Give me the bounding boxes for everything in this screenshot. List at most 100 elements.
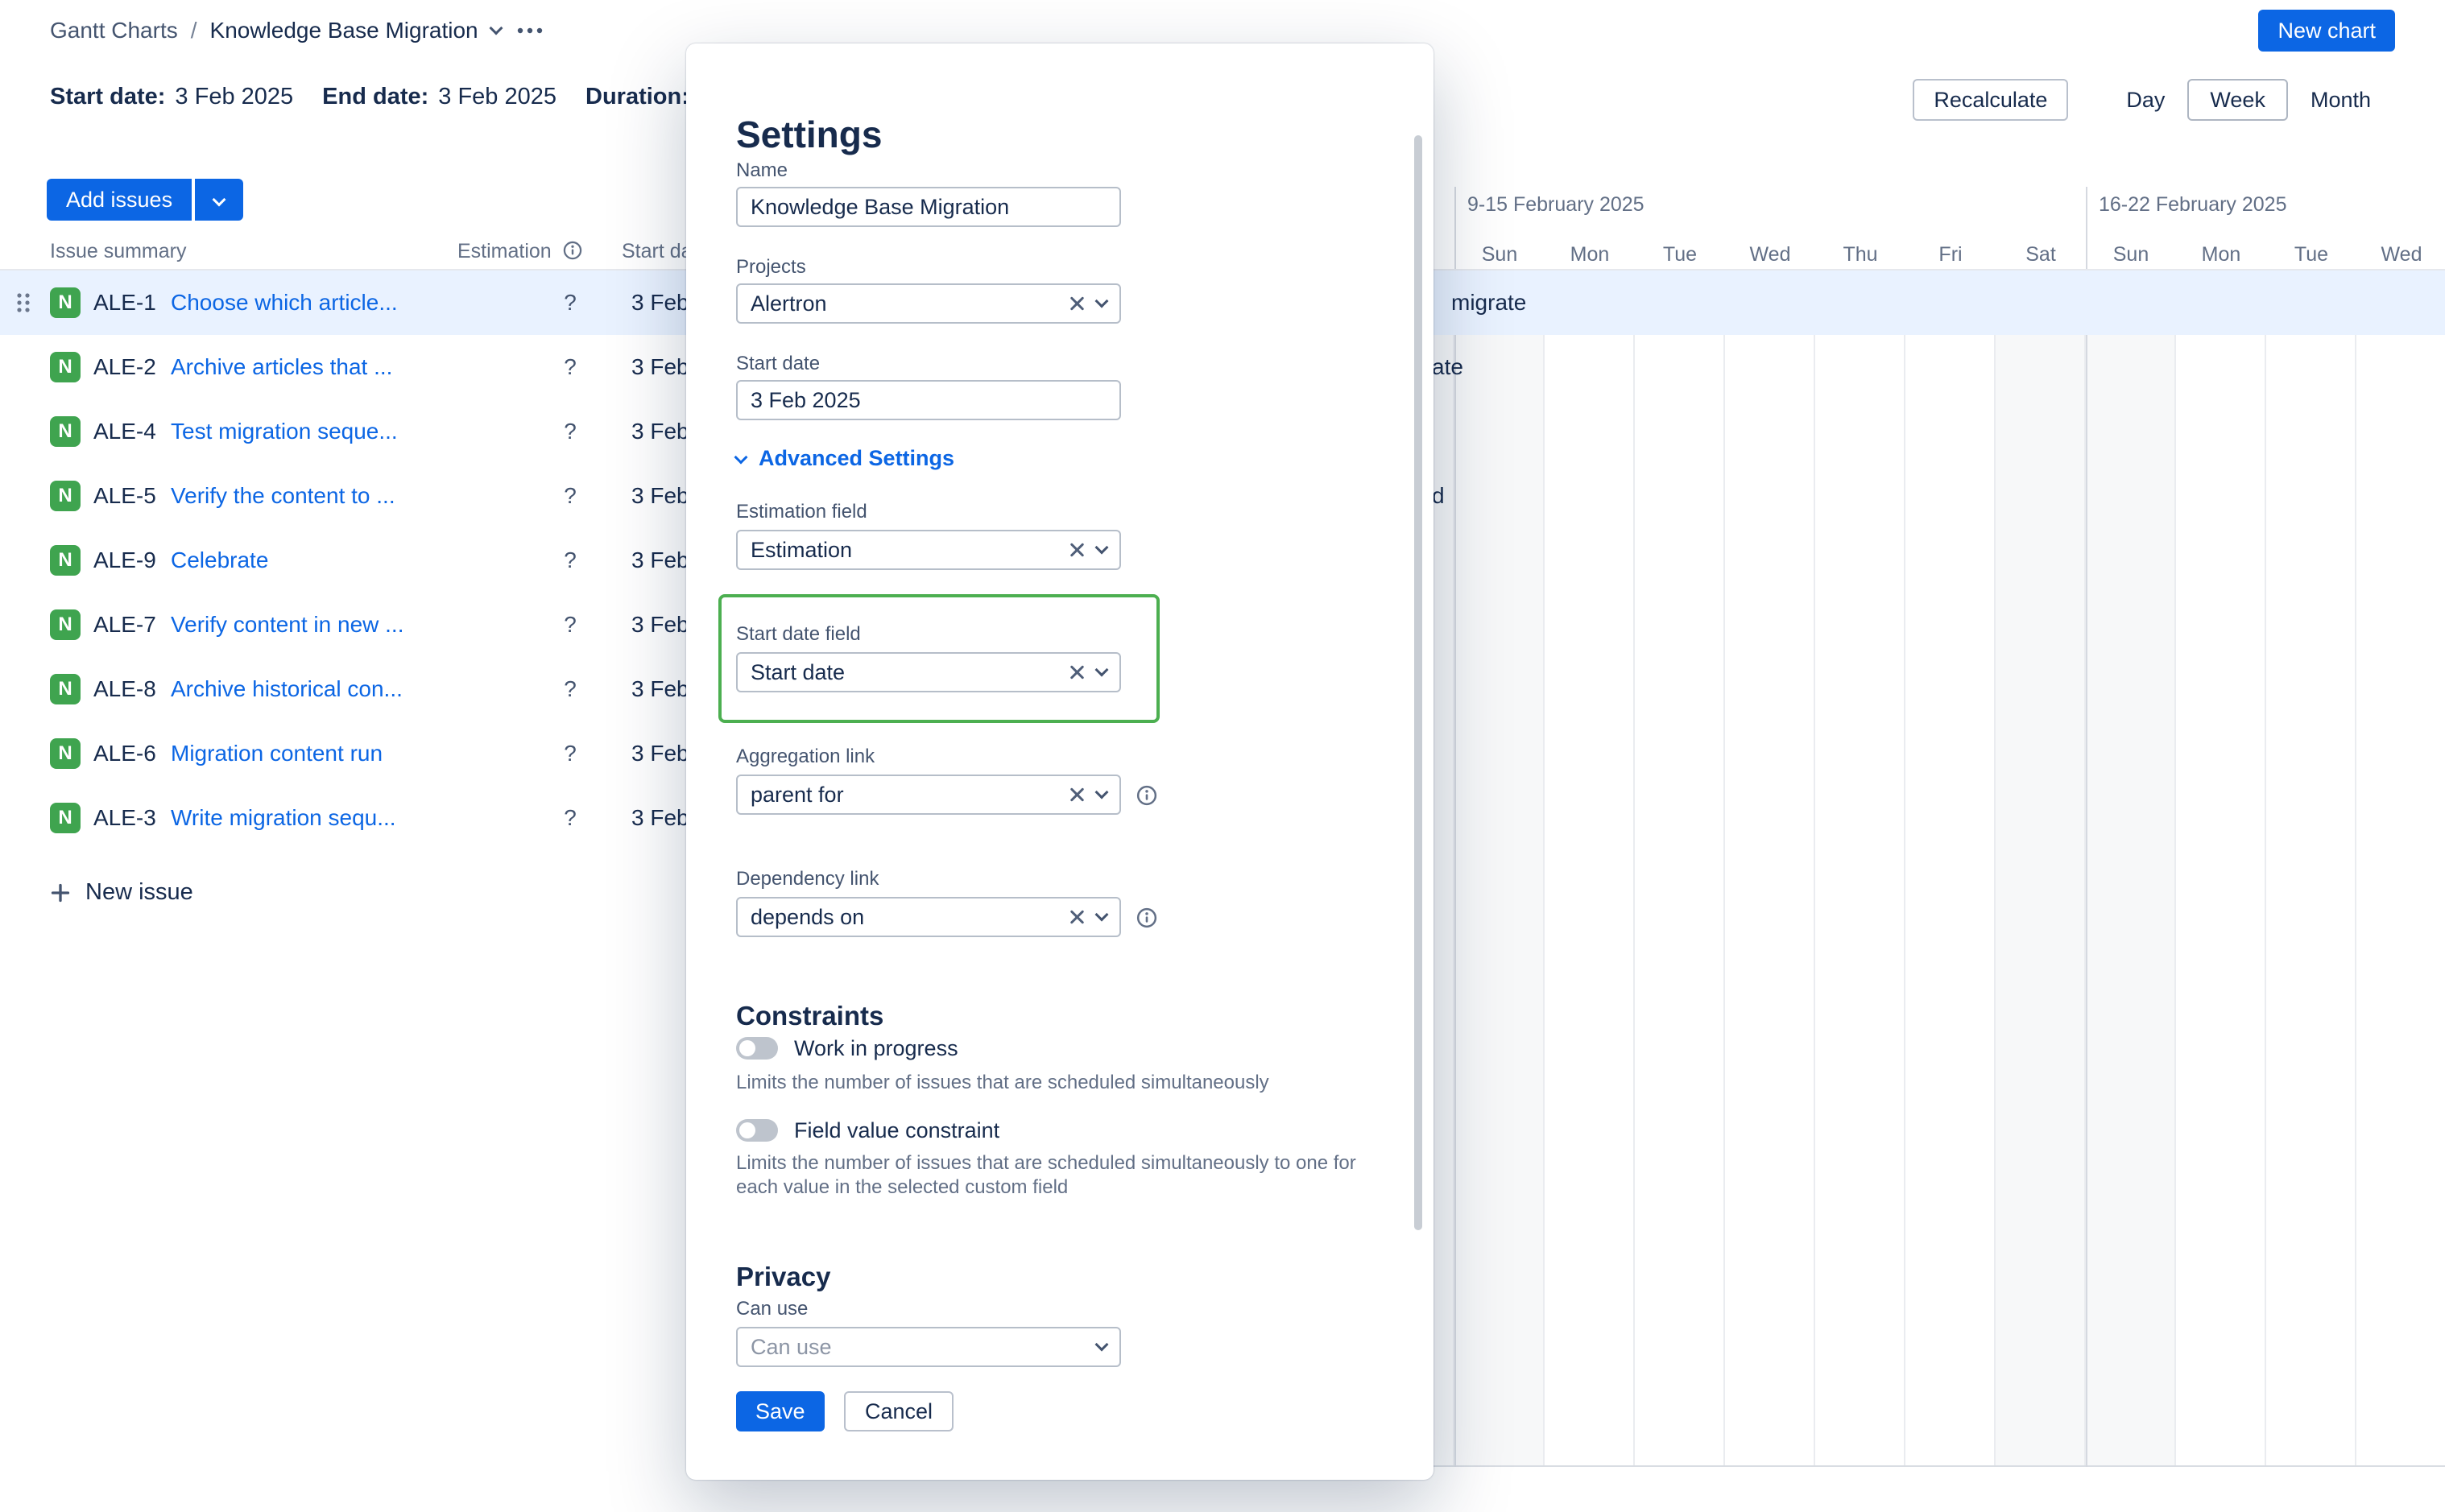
- column-issue-summary: Issue summary: [50, 240, 186, 263]
- estimation-cell[interactable]: ?: [554, 354, 586, 380]
- start-date-cell[interactable]: 3 Feb: [631, 483, 689, 509]
- grid-column: [1815, 269, 1905, 1465]
- issue-summary-link[interactable]: Test migration seque...: [171, 419, 398, 444]
- gantt-bar-label: ate: [1432, 354, 1463, 380]
- issue-summary-link[interactable]: Celebrate: [171, 547, 268, 573]
- breadcrumb-gantt-charts[interactable]: Gantt Charts: [50, 18, 178, 43]
- estimation-cell[interactable]: ?: [554, 612, 586, 638]
- more-menu-icon[interactable]: [517, 27, 543, 34]
- aggregation-link-select[interactable]: parent for: [736, 775, 1121, 815]
- chevron-down-icon[interactable]: [1095, 1338, 1109, 1352]
- clear-icon[interactable]: [1068, 541, 1086, 559]
- chevron-down-icon[interactable]: [1095, 786, 1109, 799]
- start-date-label: Start date: [736, 353, 820, 375]
- start-date-cell[interactable]: 3 Feb: [631, 741, 689, 766]
- issue-summary-link[interactable]: Choose which article...: [171, 290, 398, 316]
- breadcrumb-separator: /: [191, 18, 197, 43]
- new-issue-button[interactable]: New issue: [50, 879, 193, 906]
- estimation-cell[interactable]: ?: [554, 547, 586, 573]
- zoom-week-button[interactable]: Week: [2187, 79, 2288, 121]
- dependency-link-select[interactable]: depends on: [736, 897, 1121, 937]
- zoom-day-button[interactable]: Day: [2104, 79, 2187, 121]
- table-row[interactable]: N ALE-3 Write migration sequ... ? 3 Feb: [0, 786, 717, 850]
- table-row[interactable]: N ALE-6 Migration content run ? 3 Feb: [0, 721, 717, 786]
- wip-toggle[interactable]: [736, 1037, 778, 1060]
- table-row[interactable]: N ALE-4 Test migration seque... ? 3 Feb: [0, 399, 717, 464]
- issue-summary-link[interactable]: Archive articles that ...: [171, 354, 392, 380]
- aggregation-info-icon[interactable]: [1136, 784, 1158, 807]
- chevron-down-icon: [213, 193, 226, 207]
- modal-scrollbar[interactable]: [1414, 135, 1422, 1230]
- table-row[interactable]: N ALE-7 Verify content in new ... ? 3 Fe…: [0, 593, 717, 657]
- clear-icon[interactable]: [1068, 908, 1086, 926]
- estimation-field-label: Estimation field: [736, 501, 867, 523]
- start-date-input[interactable]: [736, 380, 1121, 420]
- issue-summary-link[interactable]: Migration content run: [171, 741, 383, 766]
- table-row[interactable]: N ALE-5 Verify the content to ... ? 3 Fe…: [0, 464, 717, 528]
- clear-icon[interactable]: [1068, 786, 1086, 804]
- gantt-timeline: 9-15 February 2025 16-22 February 2025 S…: [1364, 177, 2445, 1467]
- issue-type-icon: N: [50, 738, 81, 769]
- new-issue-label: New issue: [85, 879, 193, 906]
- start-date-cell[interactable]: 3 Feb: [631, 419, 689, 444]
- estimation-info-icon[interactable]: [562, 240, 583, 261]
- privacy-heading: Privacy: [736, 1262, 830, 1292]
- add-issues-dropdown-button[interactable]: [195, 179, 243, 221]
- issue-summary-link[interactable]: Archive historical con...: [171, 676, 403, 702]
- gantt-bar-label: d: [1432, 483, 1445, 509]
- start-date-cell[interactable]: 3 Feb: [631, 547, 689, 573]
- dependency-info-icon[interactable]: [1136, 907, 1158, 929]
- add-issues-button[interactable]: Add issues: [47, 179, 192, 221]
- estimation-cell[interactable]: ?: [554, 676, 586, 702]
- recalculate-button[interactable]: Recalculate: [1913, 79, 2068, 121]
- table-row[interactable]: N ALE-1 Choose which article... ? 3 Feb: [0, 271, 717, 335]
- estimation-field-select[interactable]: Estimation: [736, 530, 1121, 570]
- clear-icon[interactable]: [1068, 295, 1086, 312]
- issue-summary-link[interactable]: Verify content in new ...: [171, 612, 404, 638]
- end-date-summary: End date: 3 Feb 2025: [322, 84, 556, 110]
- chevron-down-icon[interactable]: [1095, 663, 1109, 677]
- issue-summary-link[interactable]: Write migration sequ...: [171, 805, 396, 831]
- advanced-settings-toggle[interactable]: Advanced Settings: [736, 446, 954, 471]
- chevron-down-icon[interactable]: [1095, 908, 1109, 922]
- field-value-toggle[interactable]: [736, 1119, 778, 1142]
- can-use-select[interactable]: Can use: [736, 1327, 1121, 1367]
- start-date-cell[interactable]: 3 Feb: [631, 676, 689, 702]
- chevron-down-icon[interactable]: [1095, 541, 1109, 555]
- start-date-field-select[interactable]: Start date: [736, 652, 1121, 692]
- estimation-cell[interactable]: ?: [554, 419, 586, 444]
- estimation-cell[interactable]: ?: [554, 741, 586, 766]
- estimation-cell[interactable]: ?: [554, 805, 586, 831]
- issue-key: ALE-2: [93, 354, 171, 380]
- cancel-button[interactable]: Cancel: [844, 1391, 954, 1431]
- start-date-cell[interactable]: 3 Feb: [631, 805, 689, 831]
- start-date-cell[interactable]: 3 Feb: [631, 290, 689, 316]
- issue-key: ALE-8: [93, 676, 171, 702]
- save-button[interactable]: Save: [736, 1391, 825, 1431]
- drag-handle-icon[interactable]: [16, 291, 31, 314]
- chevron-down-icon: [734, 450, 748, 464]
- estimation-cell[interactable]: ?: [554, 290, 586, 316]
- estimation-cell[interactable]: ?: [554, 483, 586, 509]
- start-date-cell[interactable]: 3 Feb: [631, 354, 689, 380]
- table-row[interactable]: N ALE-9 Celebrate ? 3 Feb: [0, 528, 717, 593]
- chevron-down-icon[interactable]: [1095, 295, 1109, 308]
- issue-key: ALE-3: [93, 805, 171, 831]
- breadcrumb-current-chart[interactable]: Knowledge Base Migration: [210, 18, 478, 43]
- start-date-cell[interactable]: 3 Feb: [631, 612, 689, 638]
- toggle-knob: [739, 1040, 755, 1056]
- issue-summary-link[interactable]: Verify the content to ...: [171, 483, 395, 509]
- issue-type-icon: N: [50, 609, 81, 640]
- zoom-month-button[interactable]: Month: [2288, 79, 2393, 121]
- new-chart-button[interactable]: New chart: [2258, 10, 2395, 52]
- table-row[interactable]: N ALE-8 Archive historical con... ? 3 Fe…: [0, 657, 717, 721]
- issue-table: N ALE-1 Choose which article... ? 3 Feb …: [0, 271, 717, 850]
- chevron-down-icon[interactable]: [489, 22, 503, 35]
- clear-icon[interactable]: [1068, 663, 1086, 681]
- field-value-description: Limits the number of issues that are sch…: [736, 1151, 1367, 1200]
- table-row[interactable]: N ALE-2 Archive articles that ... ? 3 Fe…: [0, 335, 717, 399]
- end-date-value: 3 Feb 2025: [438, 84, 556, 110]
- name-input[interactable]: [736, 187, 1121, 227]
- projects-select[interactable]: Alertron: [736, 283, 1121, 324]
- issue-type-icon: N: [50, 674, 81, 704]
